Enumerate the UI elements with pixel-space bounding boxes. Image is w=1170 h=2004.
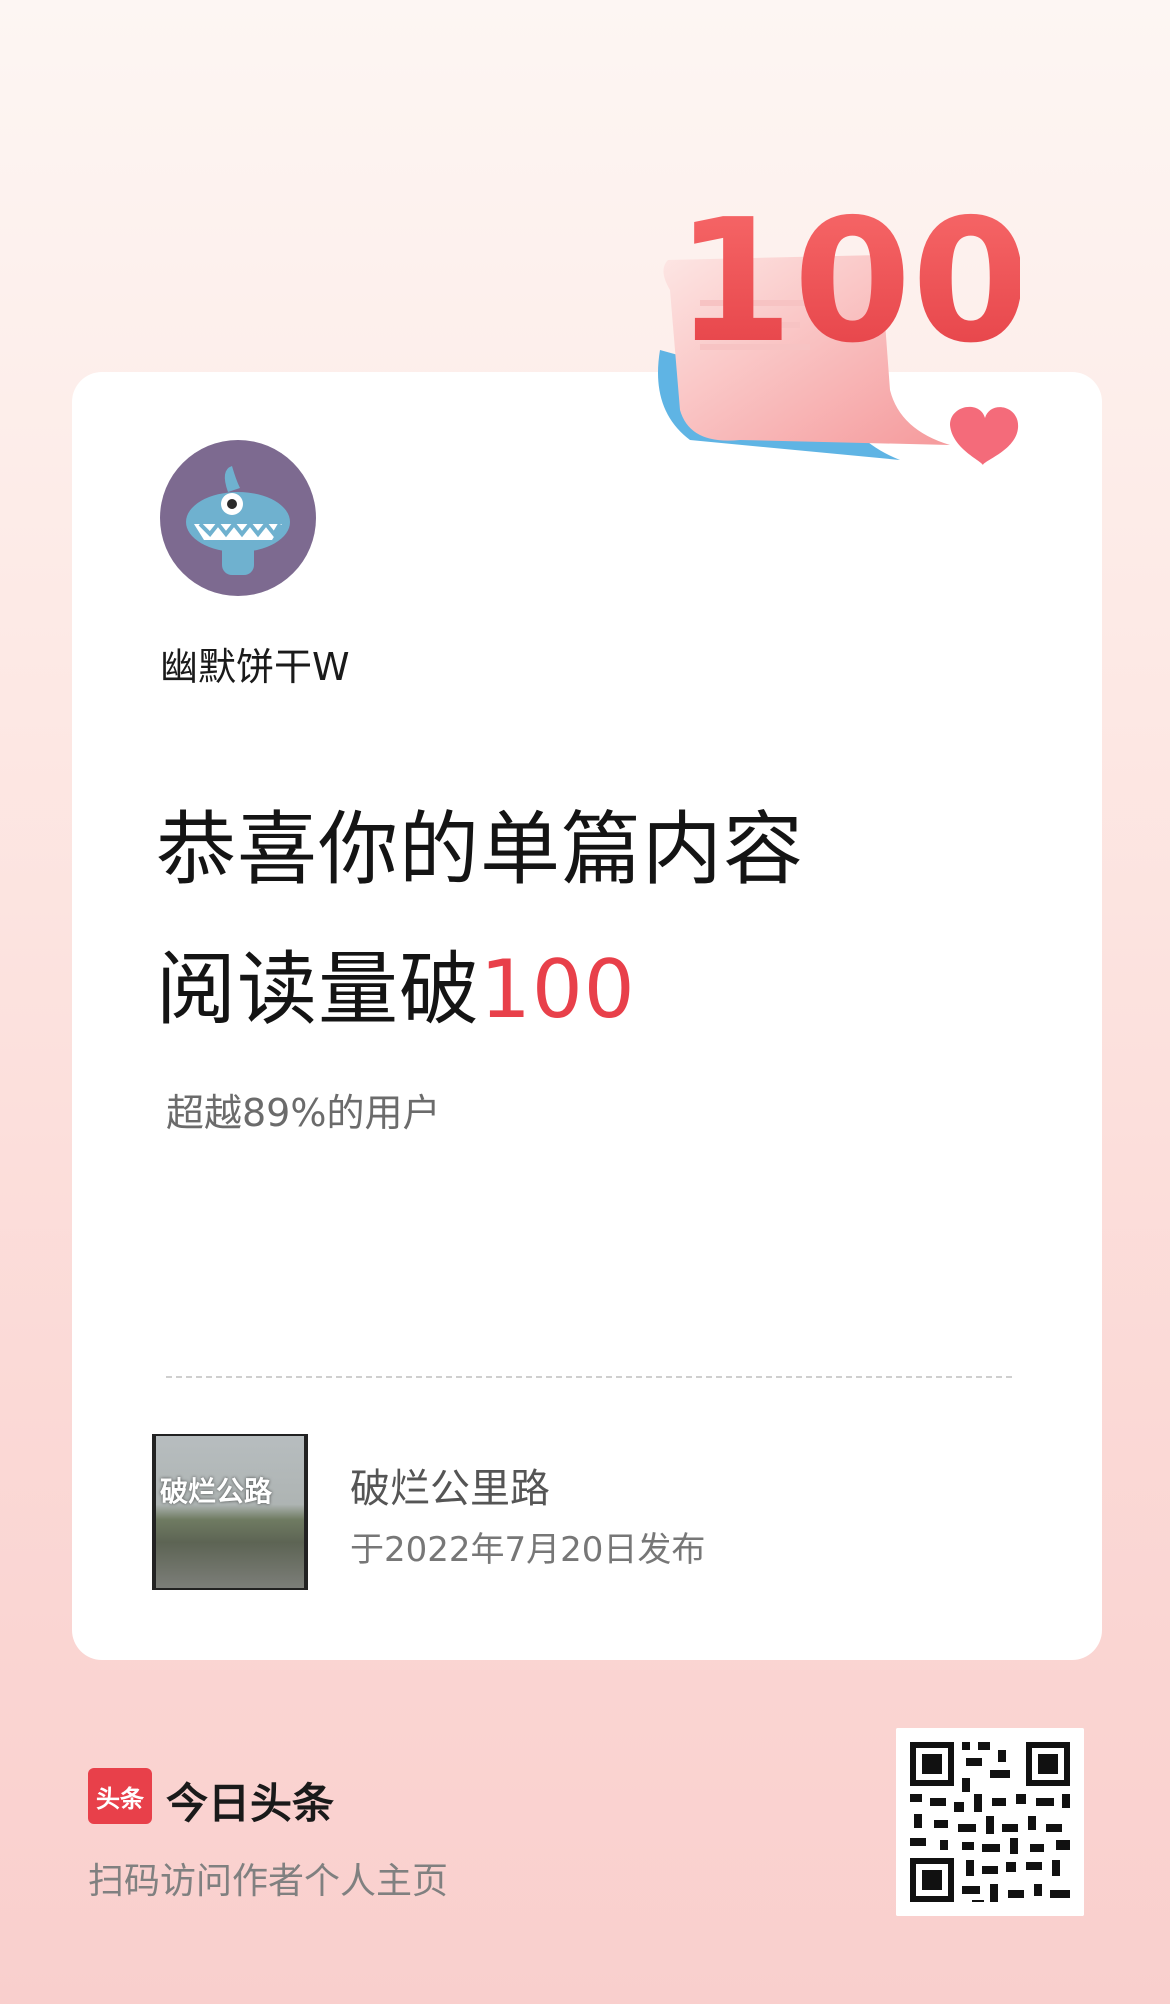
- brand-name: 今日头条: [166, 1779, 335, 1828]
- headline-prefix: 阅读量破: [156, 943, 480, 1036]
- badge-number: 100: [675, 183, 1020, 381]
- rank-text: 超越89%的用户: [166, 1091, 441, 1135]
- thumbnail-image: [156, 1436, 304, 1588]
- article-thumbnail[interactable]: 破烂公路: [152, 1434, 308, 1590]
- author-name[interactable]: 幽默饼干W: [160, 636, 350, 691]
- qr-code[interactable]: [896, 1728, 1084, 1916]
- toutiao-logo: 头条: [88, 1768, 152, 1824]
- article-title[interactable]: 破烂公里路: [350, 1456, 550, 1514]
- dashed-divider: [166, 1376, 1012, 1378]
- headline-number: 100: [480, 943, 636, 1036]
- monster-avatar-icon: [186, 466, 290, 575]
- avatar[interactable]: [160, 440, 316, 596]
- 100-badge-icon: 100: [658, 183, 1020, 465]
- scan-hint: 扫码访问作者个人主页: [88, 1861, 449, 1902]
- article-date: 于2022年7月20日发布: [350, 1530, 706, 1570]
- heart-icon: [950, 406, 1019, 465]
- headline-line-2: 阅读量破100: [156, 920, 804, 1060]
- headline: 恭喜你的单篇内容 阅读量破100: [156, 780, 804, 1060]
- thumbnail-caption: 破烂公路: [160, 1475, 273, 1508]
- headline-line-1: 恭喜你的单篇内容: [156, 803, 804, 896]
